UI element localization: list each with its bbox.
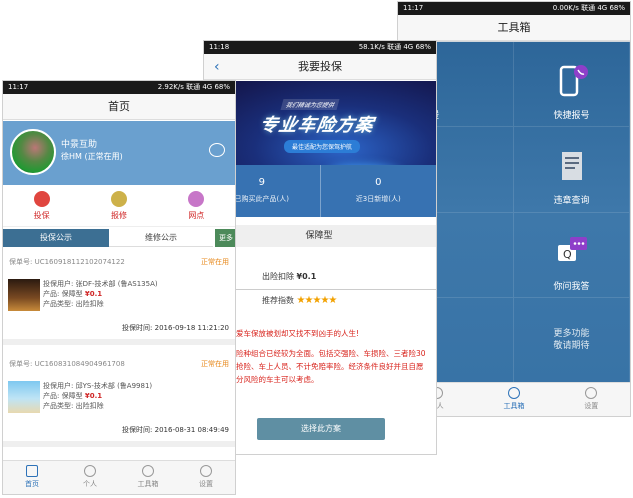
plan-summary: 出险扣除 ¥0.1 推荐指数 ★★★★★ (204, 257, 436, 313)
status-indicators: 2.92K/s 联通 4G 68% (157, 83, 230, 91)
info-icon (200, 465, 212, 477)
svg-text:Q: Q (563, 248, 572, 261)
choose-plan-button[interactable]: 选择此方案 (257, 418, 385, 440)
status-time: 11:17 (8, 83, 29, 91)
info-icon (585, 387, 598, 399)
thumbnail-image (8, 279, 40, 311)
divider (234, 289, 436, 290)
banner-headline: 专业车险方案 (257, 115, 376, 136)
gear-icon (142, 465, 154, 477)
nav-bar: ‹ 我要投保 (204, 54, 436, 80)
qa-chat-icon: Q (557, 236, 587, 261)
page-title: 首页 (3, 94, 235, 120)
gear-icon (507, 387, 520, 399)
person-icon (84, 465, 96, 477)
tab-protection-type[interactable]: 保障型 (204, 225, 434, 247)
quick-actions: 投保 报修 网点 (3, 185, 235, 227)
bottom-tab-bar: 首页 个人 工具箱 设置 (3, 460, 235, 494)
status-indicators: 0.00K/s 联通 4G 68% (552, 4, 625, 12)
status-badge: 正常在用 (201, 360, 229, 368)
status-bar: 11:17 2.92K/s 联通 4G 68% (3, 81, 235, 94)
user-name: 徐HM (正常在用) (61, 152, 123, 161)
document-icon (561, 152, 582, 181)
avatar[interactable] (10, 129, 56, 175)
back-arrow-icon[interactable]: ‹ (214, 54, 220, 80)
tab-personal[interactable]: 个人 (61, 461, 119, 494)
insurance-screen: 11:18 58.1K/s 联通 4G 68% ‹ 我要投保 我们精诚为您提供 … (203, 40, 437, 455)
plan-type-tabs: 保障型 (204, 225, 436, 247)
wrench-icon (110, 191, 127, 207)
tool-violation-search[interactable]: 违章查询 (514, 127, 630, 213)
location-pin-icon (33, 191, 50, 207)
list-item[interactable]: 保单号: UC160918112102074122 正常在用 投保用户: 张DF-… (3, 251, 235, 345)
quick-insure[interactable]: 投保 (3, 185, 80, 226)
status-bar: 11:17 0.00K/s 联通 4G 68% (398, 2, 630, 15)
tab-insure-notice[interactable]: 投保公示 (3, 229, 109, 247)
tab-toolbox[interactable]: 工具箱 (119, 461, 177, 494)
home-screen: 11:17 2.92K/s 联通 4G 68% 首页 中景互助 徐HM (正常在… (2, 80, 236, 495)
tool-label: 违章查询 (553, 196, 590, 207)
status-badge: 正常在用 (201, 258, 229, 266)
status-indicators: 58.1K/s 联通 4G 68% (358, 43, 431, 51)
stats-bar: 9 已购买此产品(人) 0 近3日新增(人) (204, 165, 436, 217)
quick-repair[interactable]: 报修 (80, 185, 157, 226)
tool-label: 你问我答 (553, 281, 590, 292)
status-time: 11:17 (403, 4, 424, 12)
tab-home[interactable]: 首页 (3, 461, 61, 494)
stat-new-3days: 0 近3日新增(人) (355, 177, 401, 203)
chat-bubble-icon[interactable] (209, 143, 225, 157)
rating-stars: ★★★★★ (296, 295, 338, 306)
tab-settings[interactable]: 设置 (177, 461, 235, 494)
list-item[interactable]: 保单号: UC160831084904961708 正常在用 投保用户: 邱YS-… (3, 353, 235, 447)
status-bar: 11:18 58.1K/s 联通 4G 68% (204, 41, 436, 54)
profile-header: 中景互助 徐HM (正常在用) (3, 121, 235, 185)
page-title: 工具箱 (398, 15, 630, 41)
org-name: 中景互助 (61, 140, 98, 150)
tool-label: 快捷报号 (553, 111, 590, 121)
home-icon (26, 465, 38, 477)
plan-description: 爱车保放被划却又找不到凶手的人生! 险种组合已经较为全面。包括交强险、车损险、三… (236, 329, 426, 384)
banner-tag: 最佳适配为您保驾护航 (284, 140, 361, 153)
tool-qa[interactable]: Q 你问我答 (514, 212, 630, 298)
tool-label: 更多功能 敬请期待 (553, 328, 590, 351)
location-pin-icon (188, 191, 205, 207)
phone-call-icon (559, 65, 588, 97)
more-button[interactable]: 更多 (215, 229, 235, 247)
tool-quick-report[interactable]: 快捷报号 (514, 42, 630, 128)
page-title: 我要投保 (298, 60, 342, 73)
tab-toolbox[interactable]: 工具箱 (475, 383, 552, 416)
tab-settings[interactable]: 设置 (553, 383, 630, 416)
thumbnail-image (8, 381, 40, 413)
status-time: 11:18 (209, 43, 230, 51)
notice-segments: 投保公示 维修公示 更多 (3, 229, 235, 247)
tab-repair-notice[interactable]: 维修公示 (109, 229, 213, 247)
quick-outlet[interactable]: 网点 (158, 185, 235, 226)
tool-more-coming: 更多功能 敬请期待 (514, 297, 630, 383)
banner-subtitle: 我们精诚为您提供 (280, 99, 340, 110)
